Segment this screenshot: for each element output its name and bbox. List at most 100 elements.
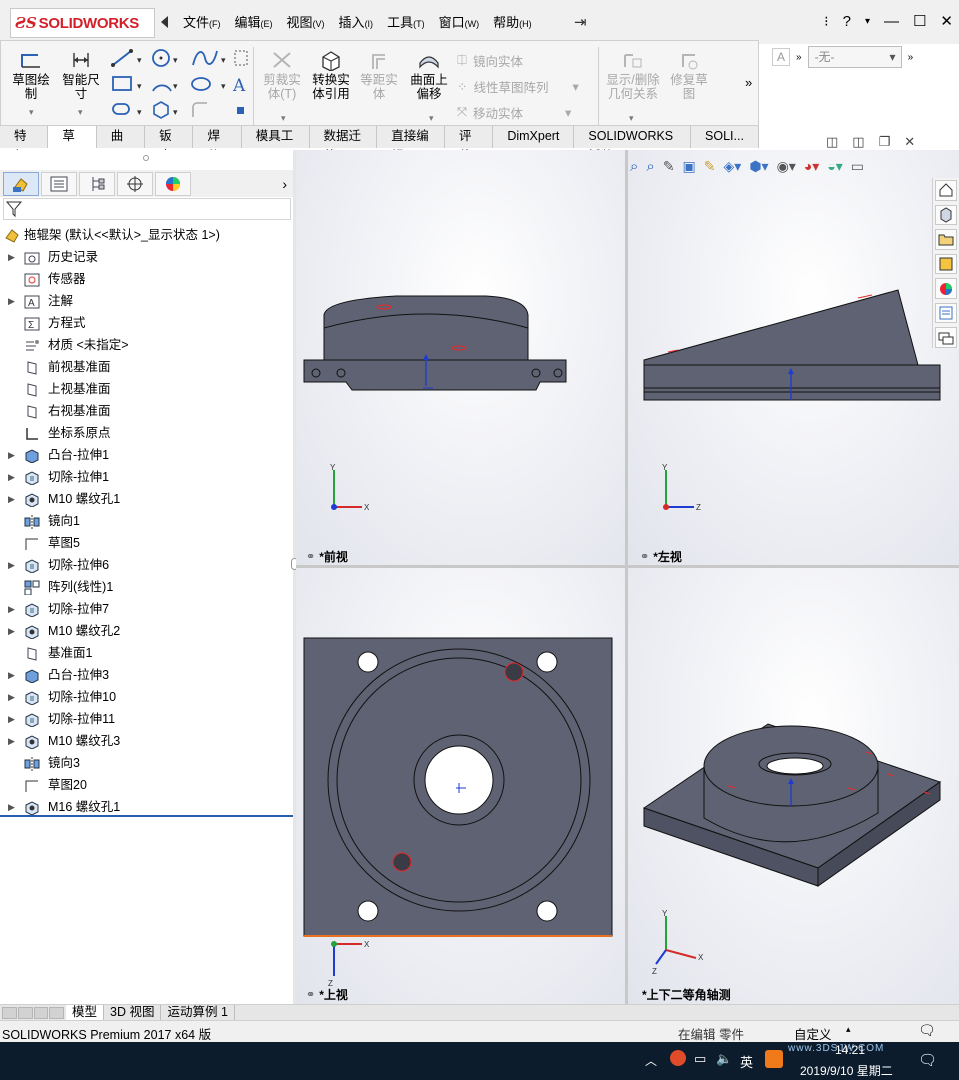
tree-item[interactable]: ▶ 凸台-拉伸1 <box>0 444 293 466</box>
menu-item-2[interactable]: 视图(V) <box>280 14 332 32</box>
bottom-tab[interactable]: 模型 <box>66 1005 105 1020</box>
comment-icon[interactable]: 🗨 <box>918 1022 936 1039</box>
tree-item[interactable]: 材质 <未指定> <box>0 334 293 356</box>
chevron-down-icon[interactable]: » <box>796 52 802 63</box>
menu-item-1[interactable]: 编辑(E) <box>228 14 280 32</box>
viewport-divider-horizontal[interactable] <box>296 565 959 568</box>
chevron-down-icon[interactable]: ▾ <box>629 113 634 124</box>
link-icon[interactable]: ⚭ <box>306 550 315 563</box>
command-tab[interactable]: SOLI... <box>691 126 759 148</box>
tree-item[interactable]: 右视基准面 <box>0 400 293 422</box>
apply-scene-icon[interactable]: ◒▾ <box>827 158 842 175</box>
command-tab[interactable]: 特征 <box>0 126 49 163</box>
rollback-bar[interactable] <box>0 815 293 817</box>
network-icon[interactable]: ▭ <box>694 1051 706 1067</box>
tree-item[interactable]: ▶ 切除-拉伸10 <box>0 686 293 708</box>
tree-item[interactable]: ▶ 凸台-拉伸3 <box>0 664 293 686</box>
displaymanager-tab[interactable] <box>155 171 191 196</box>
tree-item[interactable]: 基准面1 <box>0 642 293 664</box>
expand-arrow-icon[interactable]: ▶ <box>8 664 15 686</box>
command-tab[interactable]: 草图 <box>48 126 97 163</box>
command-tab[interactable]: 钣金 <box>145 126 194 163</box>
featuremanager-tab[interactable] <box>3 171 39 196</box>
tree-item[interactable]: ▶ 切除-拉伸7 <box>0 598 293 620</box>
design-library-icon[interactable] <box>935 204 957 226</box>
expand-arrow-icon[interactable]: ▶ <box>8 620 15 642</box>
restore-icon[interactable]: ❐ <box>879 134 891 150</box>
tree-item[interactable]: 草图20 <box>0 774 293 796</box>
offset-entities-button[interactable]: 等距实 体 <box>357 49 401 101</box>
collapse-handle-icon[interactable] <box>143 155 149 161</box>
dynamic-annotation-icon[interactable]: ✎ <box>704 158 716 175</box>
menu-item-6[interactable]: 帮助(H) <box>486 14 539 32</box>
zoom-to-area-icon[interactable]: ⌕ <box>646 158 654 175</box>
forum-icon[interactable] <box>935 327 957 349</box>
view-settings-icon[interactable]: ▭ <box>851 158 864 175</box>
trim-entities-button[interactable]: 剪裁实 体(T) <box>259 49 305 101</box>
appearances-icon[interactable] <box>935 278 957 299</box>
command-tab[interactable]: 曲面 <box>96 126 146 163</box>
menu-item-0[interactable]: 文件(F) <box>176 14 228 32</box>
units-custom[interactable]: 自定义 <box>794 1024 832 1043</box>
chevron-down-icon[interactable]: ▾ <box>429 113 434 124</box>
expand-arrow-icon[interactable]: ▶ <box>8 466 15 488</box>
tree-item[interactable]: 上视基准面 <box>0 378 293 400</box>
configurationmanager-tab[interactable] <box>79 171 115 196</box>
tree-item[interactable]: ▶ M10 螺纹孔3 <box>0 730 293 752</box>
offset-on-surface-button[interactable]: 曲面上 偏移 <box>405 49 453 101</box>
chevron-up-icon[interactable]: ▴ <box>846 1024 851 1035</box>
expand-arrow-icon[interactable]: ▶ <box>8 246 15 268</box>
menu-item-4[interactable]: 工具(T) <box>380 14 432 32</box>
mirror-entities-button[interactable]: ⎅ 镜向实体 <box>457 51 523 70</box>
pin-icon[interactable]: ⇥ <box>574 13 587 31</box>
expand-arrow-icon[interactable]: ▶ <box>8 730 15 752</box>
tray-app-icon[interactable] <box>670 1050 686 1066</box>
display-style-icon[interactable]: ⬢▾ <box>749 158 768 175</box>
tree-item[interactable]: ▶ 切除-拉伸6 <box>0 554 293 576</box>
command-tab[interactable]: 评估 <box>444 126 494 163</box>
expand-arrow-icon[interactable]: ▶ <box>8 554 15 576</box>
expand-toolbar-icon[interactable]: » <box>745 75 752 90</box>
chevron-down-icon[interactable]: ▾ <box>281 113 286 124</box>
tree-item[interactable]: Σ 方程式 <box>0 312 293 334</box>
menu-collapse-icon[interactable] <box>161 16 168 28</box>
solidworks-logo[interactable]: ƧS SOLIDWORKS <box>10 8 155 38</box>
more-icon[interactable]: ⁝ <box>824 13 828 30</box>
expand-arrow-icon[interactable]: ▶ <box>8 444 15 466</box>
tree-item[interactable]: 镜向1 <box>0 510 293 532</box>
tree-item[interactable]: 前视基准面 <box>0 356 293 378</box>
tree-item[interactable]: 阵列(线性)1 <box>0 576 293 598</box>
chevron-up-icon[interactable]: ︿ <box>645 1052 657 1069</box>
tree-filter-input[interactable] <box>3 198 291 220</box>
chevron-down-icon[interactable]: » <box>908 52 914 63</box>
configuration-select[interactable]: -无- <box>807 46 902 68</box>
tree-item[interactable]: ▶ A 注解 <box>0 290 293 312</box>
menu-item-5[interactable]: 窗口(W) <box>432 14 487 32</box>
zoom-to-fit-icon[interactable]: ⌕ <box>630 158 638 175</box>
notification-icon[interactable]: 🗨 <box>918 1051 937 1069</box>
expand-arrow-icon[interactable]: ▶ <box>8 598 15 620</box>
linear-pattern-button[interactable]: ⁘ 线性草图阵列 ▾ <box>457 77 579 96</box>
graphics-area[interactable]: Y X ⚭ *前视 Y Z ⚭ *左视 Z X ⚭ *上视 Y X Z *上下二… <box>296 134 959 1004</box>
chevron-down-icon[interactable]: ▾ <box>865 16 870 27</box>
link-icon[interactable]: ⚭ <box>640 550 649 563</box>
viewport-divider-vertical[interactable] <box>625 150 628 1004</box>
sketch-button[interactable]: 草图绘 制 <box>7 49 55 101</box>
previous-view-icon[interactable]: ✎ <box>663 158 675 175</box>
command-tab[interactable]: DimXpert <box>493 126 575 148</box>
ime-indicator[interactable]: 英 <box>740 1052 753 1071</box>
tree-item[interactable]: ▶ M10 螺纹孔2 <box>0 620 293 642</box>
edit-appearance-icon[interactable]: ◕▾ <box>804 158 819 175</box>
sogou-ime-icon[interactable] <box>765 1050 783 1068</box>
viewport-left[interactable]: Y Z ⚭ *左视 <box>628 150 959 565</box>
chevron-right-icon[interactable]: › <box>282 176 287 192</box>
tree-item[interactable]: 坐标系原点 <box>0 422 293 444</box>
tab-scroll-controls[interactable] <box>0 1005 66 1020</box>
viewport-top[interactable]: Z X ⚭ *上视 <box>296 568 625 1004</box>
propertymanager-tab[interactable] <box>41 171 77 196</box>
command-tab[interactable]: SOLIDWORKS 插件 <box>574 126 692 163</box>
expand-arrow-icon[interactable]: ▶ <box>8 290 15 312</box>
viewport-isometric[interactable]: Y X Z *上下二等角轴测 <box>628 568 959 1004</box>
link-icon[interactable]: ⚭ <box>306 988 315 1001</box>
bottom-tab[interactable]: 3D 视图 <box>104 1005 162 1020</box>
